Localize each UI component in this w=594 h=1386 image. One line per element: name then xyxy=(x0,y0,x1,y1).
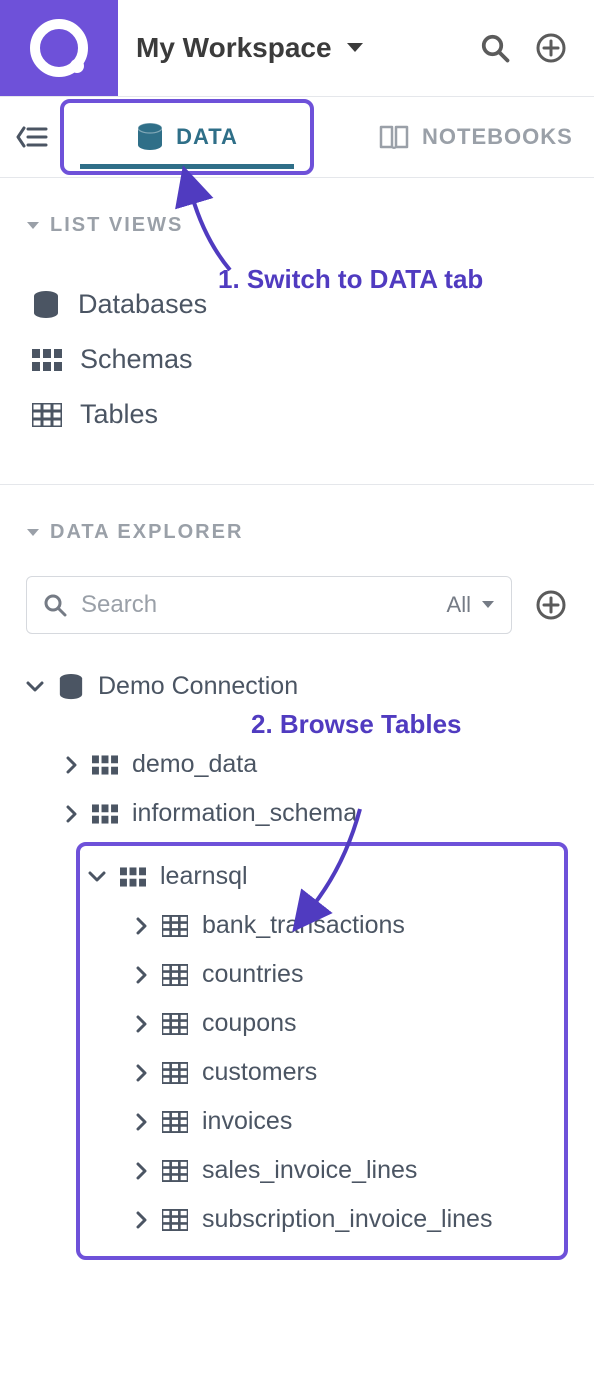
explorer-tree: Demo Connection 2. Browse Tables demo_da… xyxy=(26,662,568,1260)
tab-notebooks[interactable]: NOTEBOOKS xyxy=(358,99,593,175)
list-view-label: Schemas xyxy=(80,344,193,375)
schema-icon xyxy=(120,867,146,887)
chevron-right-icon xyxy=(136,1064,148,1082)
caret-down-icon xyxy=(346,42,364,54)
annotation-step2: 2. Browse Tables xyxy=(251,709,462,740)
tree-table[interactable]: subscription_invoice_lines xyxy=(80,1195,558,1244)
tree-schema-demo-data[interactable]: demo_data xyxy=(26,740,568,789)
tab-notebooks-label: NOTEBOOKS xyxy=(422,124,573,150)
app-logo[interactable] xyxy=(0,0,118,96)
table-icon xyxy=(162,1013,188,1035)
tree-table[interactable]: invoices xyxy=(80,1097,558,1146)
filter-label: All xyxy=(447,592,471,618)
app-header: My Workspace xyxy=(0,0,594,96)
data-explorer-section: DATA EXPLORER All xyxy=(0,485,594,1260)
list-view-label: Databases xyxy=(78,289,207,320)
search-icon xyxy=(480,33,510,63)
schema-label: learnsql xyxy=(160,862,248,891)
list-views-items: Databases Schemas Tables xyxy=(26,277,568,442)
data-explorer-title: DATA EXPLORER xyxy=(50,521,243,544)
chevron-down-icon xyxy=(26,681,44,693)
table-icon xyxy=(162,964,188,986)
search-button[interactable] xyxy=(478,31,512,65)
tab-bar: DATA NOTEBOOKS xyxy=(0,96,594,178)
tree-table[interactable]: coupons xyxy=(80,999,558,1048)
search-icon xyxy=(43,593,67,617)
list-view-label: Tables xyxy=(80,399,158,430)
connection-label: Demo Connection xyxy=(98,672,298,701)
database-icon xyxy=(58,673,84,701)
table-label: sales_invoice_lines xyxy=(202,1156,417,1185)
filter-dropdown[interactable]: All xyxy=(447,592,495,618)
tree-table[interactable]: sales_invoice_lines xyxy=(80,1146,558,1195)
menu-collapse-icon xyxy=(16,124,48,150)
chevron-right-icon xyxy=(136,1211,148,1229)
tree-table[interactable]: countries xyxy=(80,950,558,999)
table-label: bank_transactions xyxy=(202,911,405,940)
list-view-schemas[interactable]: Schemas xyxy=(26,332,568,387)
data-explorer-header[interactable]: DATA EXPLORER xyxy=(26,521,568,544)
add-connection-button[interactable] xyxy=(534,588,568,622)
annotation-arrow-2 xyxy=(290,805,380,915)
logo-icon xyxy=(30,19,88,77)
chevron-right-icon xyxy=(136,1015,148,1033)
table-label: coupons xyxy=(202,1009,297,1038)
annotation-step1: 1. Switch to DATA tab xyxy=(218,264,483,295)
workspace-label: My Workspace xyxy=(136,32,332,64)
tab-data[interactable]: DATA xyxy=(60,99,314,175)
table-label: invoices xyxy=(202,1107,292,1136)
table-icon xyxy=(162,1209,188,1231)
search-box[interactable]: All xyxy=(26,576,512,634)
schema-icon xyxy=(92,755,118,775)
schema-label: demo_data xyxy=(132,750,257,779)
list-view-tables[interactable]: Tables xyxy=(26,387,568,442)
chevron-down-icon xyxy=(88,871,106,883)
tab-data-label: DATA xyxy=(176,124,238,150)
table-icon xyxy=(32,403,62,427)
table-icon xyxy=(162,915,188,937)
caret-down-icon xyxy=(26,528,40,538)
search-row: All xyxy=(26,576,568,634)
chevron-right-icon xyxy=(136,1162,148,1180)
schema-icon xyxy=(32,349,62,371)
list-views-title: LIST VIEWS xyxy=(50,214,183,237)
add-button[interactable] xyxy=(534,31,568,65)
header-actions xyxy=(478,31,594,65)
schema-icon xyxy=(92,804,118,824)
database-icon xyxy=(136,122,164,152)
chevron-right-icon xyxy=(66,805,78,823)
table-icon xyxy=(162,1062,188,1084)
database-icon xyxy=(32,290,60,320)
chevron-right-icon xyxy=(136,966,148,984)
chevron-right-icon xyxy=(66,756,78,774)
tree-table[interactable]: customers xyxy=(80,1048,558,1097)
caret-down-icon xyxy=(481,600,495,610)
caret-down-icon xyxy=(26,221,40,231)
chevron-right-icon xyxy=(136,1113,148,1131)
notebook-icon xyxy=(378,124,410,150)
table-label: customers xyxy=(202,1058,317,1087)
plus-circle-icon xyxy=(535,589,567,621)
chevron-right-icon xyxy=(136,917,148,935)
tree-connection[interactable]: Demo Connection xyxy=(26,662,568,711)
workspace-selector[interactable]: My Workspace xyxy=(118,32,478,64)
collapse-sidebar-button[interactable] xyxy=(16,124,60,150)
table-label: subscription_invoice_lines xyxy=(202,1205,492,1234)
table-label: countries xyxy=(202,960,303,989)
search-input[interactable] xyxy=(81,591,433,619)
table-icon xyxy=(162,1111,188,1133)
plus-circle-icon xyxy=(535,32,567,64)
table-icon xyxy=(162,1160,188,1182)
